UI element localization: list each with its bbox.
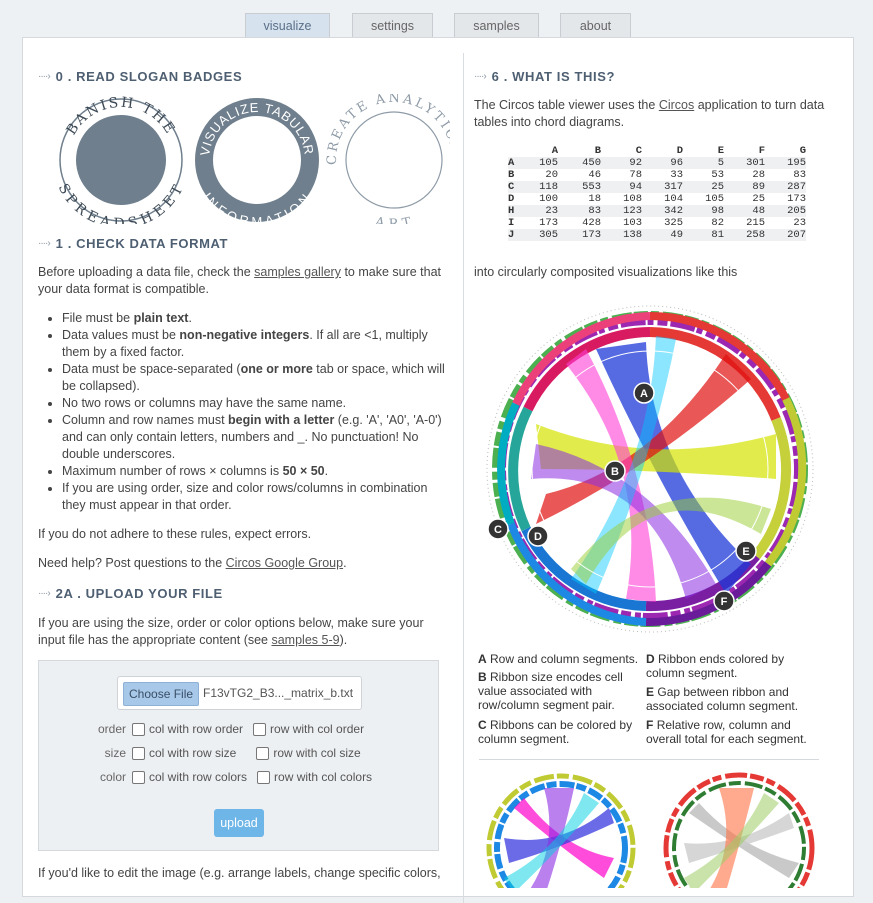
slogan-badges: BANISH THE SPREADSHEET VISUALIZE TABULAR…	[55, 94, 450, 224]
section-1-title: ····› 1 . CHECK DATA FORMAT	[38, 236, 228, 251]
marker-f: F	[713, 590, 735, 612]
legend-divider	[479, 759, 819, 760]
sample-diagram-1	[486, 773, 636, 888]
marker-c: C	[487, 518, 509, 540]
marker-d: D	[527, 525, 549, 547]
legend-a: A Row and column segments.	[478, 652, 639, 666]
table-row: A 105 450 92 96 5 301 195	[508, 157, 806, 169]
file-input[interactable]: Choose File F13vTG2_B3..._matrix_b.txt	[117, 676, 362, 710]
svg-text:F: F	[721, 596, 728, 608]
order-options: order col with row order row with col or…	[97, 722, 365, 736]
table-row: I 173 428 103 325 82 215 23	[508, 217, 806, 229]
size-options: size col with row size row with col size	[104, 746, 361, 760]
col-row-order-checkbox[interactable]	[132, 722, 145, 736]
selected-file-name: F13vTG2_B3..._matrix_b.txt	[203, 686, 354, 700]
col-row-colors-checkbox[interactable]	[132, 770, 145, 784]
format-rules-list: File must be plain text. Data values mus…	[38, 310, 450, 514]
tab-about[interactable]: about	[560, 13, 631, 37]
format-intro: Before uploading a data file, check the …	[38, 265, 442, 296]
section-1-label: 1 . CHECK DATA FORMAT	[55, 236, 229, 251]
samples-gallery-link[interactable]: samples gallery	[254, 265, 341, 279]
svg-text:C: C	[494, 524, 502, 536]
rule-item: No two rows or columns may have the same…	[62, 395, 450, 412]
circos-intro: The Circos table viewer uses the Circos …	[474, 98, 825, 129]
section-0-label: 0 . READ SLOGAN BADGES	[55, 69, 243, 84]
col-row-size-checkbox[interactable]	[132, 746, 145, 760]
into-text: into circularly composited visualization…	[474, 265, 738, 279]
dotted-arrow-icon: ····›	[38, 238, 51, 249]
legend-d: D Ribbon ends colored by column segment.	[646, 652, 785, 680]
top-tabs: visualize settings samples about	[0, 13, 873, 38]
circos-diagram: A B C D E F	[486, 305, 814, 633]
tab-visualize[interactable]: visualize	[245, 13, 330, 37]
circos-link[interactable]: Circos	[659, 98, 694, 112]
row-col-size-checkbox[interactable]	[256, 746, 270, 760]
table-row: B 20 46 78 33 53 28 83	[508, 169, 806, 181]
table-header-row: A B C D E F G	[551, 145, 806, 157]
tab-samples[interactable]: samples	[454, 13, 539, 37]
google-group-link[interactable]: Circos Google Group	[226, 556, 343, 570]
rule-item: Data values must be non-negative integer…	[62, 327, 450, 361]
sample-data-table: A B C D E F G A 105 450 92 96 5 301 195 B 20 46 78…	[508, 145, 806, 241]
dotted-arrow-icon: ····›	[38, 588, 51, 599]
edit-image-text: If you'd like to edit the image (e.g. ar…	[38, 866, 441, 880]
badge-visualize: VISUALIZE TABULAR INFORMATION	[195, 98, 319, 224]
marker-e: E	[735, 540, 757, 562]
rule-item: File must be plain text.	[62, 310, 450, 327]
rule-item: If you are using order, size and color r…	[62, 480, 450, 514]
section-2a-title: ····› 2A . UPLOAD YOUR FILE	[38, 586, 223, 601]
table-row: C 118 553 94 317 25 89 287	[508, 181, 806, 193]
dotted-arrow-icon: ····›	[38, 71, 51, 82]
legend-f: F Relative row, column and overall total…	[646, 718, 807, 746]
dotted-arrow-icon: ····›	[474, 71, 487, 82]
svg-text:D: D	[534, 531, 542, 543]
legend-c: C Ribbons can be colored by column segme…	[478, 718, 633, 746]
row-col-colors-checkbox[interactable]	[257, 770, 271, 784]
upload-button[interactable]: upload	[214, 809, 264, 837]
section-6-label: 6 . WHAT IS THIS?	[491, 69, 616, 84]
legend-b: B Ribbon size encodes cell value associa…	[478, 670, 623, 712]
section-6-title: ····› 6 . WHAT IS THIS?	[474, 69, 615, 84]
marker-b: B	[604, 460, 626, 482]
svg-text:E: E	[742, 546, 749, 558]
table-row: D 100 18 108 104 105 25 173	[508, 193, 806, 205]
svg-text:A: A	[640, 388, 648, 400]
svg-text:B: B	[611, 466, 619, 478]
rule-item: Data must be space-separated (one or mor…	[62, 361, 450, 395]
table-row: J 305 173 138 49 81 258 207	[508, 229, 806, 241]
row-col-order-checkbox[interactable]	[253, 722, 267, 736]
legend-e: E Gap between ribbon and associated colu…	[646, 685, 799, 713]
main-panel: ····› 0 . READ SLOGAN BADGES BANISH THE …	[22, 37, 854, 903]
section-0-title: ····› 0 . READ SLOGAN BADGES	[38, 69, 242, 84]
svg-text:ART: ART	[373, 214, 415, 224]
rule-item: Maximum number of rows × columns is 50 ×…	[62, 463, 450, 480]
marker-a: A	[633, 382, 655, 404]
tab-settings[interactable]: settings	[352, 13, 433, 37]
rules-warning: If you do not adhere to these rules, exp…	[38, 527, 312, 541]
column-divider	[463, 53, 464, 903]
rule-item: Column and row names must begin with a l…	[62, 412, 450, 463]
samples-5-9-link[interactable]: samples 5-9	[271, 633, 339, 647]
table-row: H 23 83 123 342 98 48 205	[508, 205, 806, 217]
badge-banish: BANISH THE SPREADSHEET	[55, 95, 186, 224]
choose-file-button[interactable]: Choose File	[123, 682, 200, 706]
sample-diagram-2	[663, 772, 815, 888]
help-text: Need help? Post questions to the Circos …	[38, 556, 347, 570]
color-options: color col with row colors row with col c…	[99, 770, 373, 784]
badge-create: CREATE ANALYTICAL ART	[325, 94, 450, 224]
upload-form: Choose File F13vTG2_B3..._matrix_b.txt o…	[38, 660, 439, 851]
section-2a-label: 2A . UPLOAD YOUR FILE	[55, 586, 223, 601]
upload-intro: If you are using the size, order or colo…	[38, 616, 424, 647]
